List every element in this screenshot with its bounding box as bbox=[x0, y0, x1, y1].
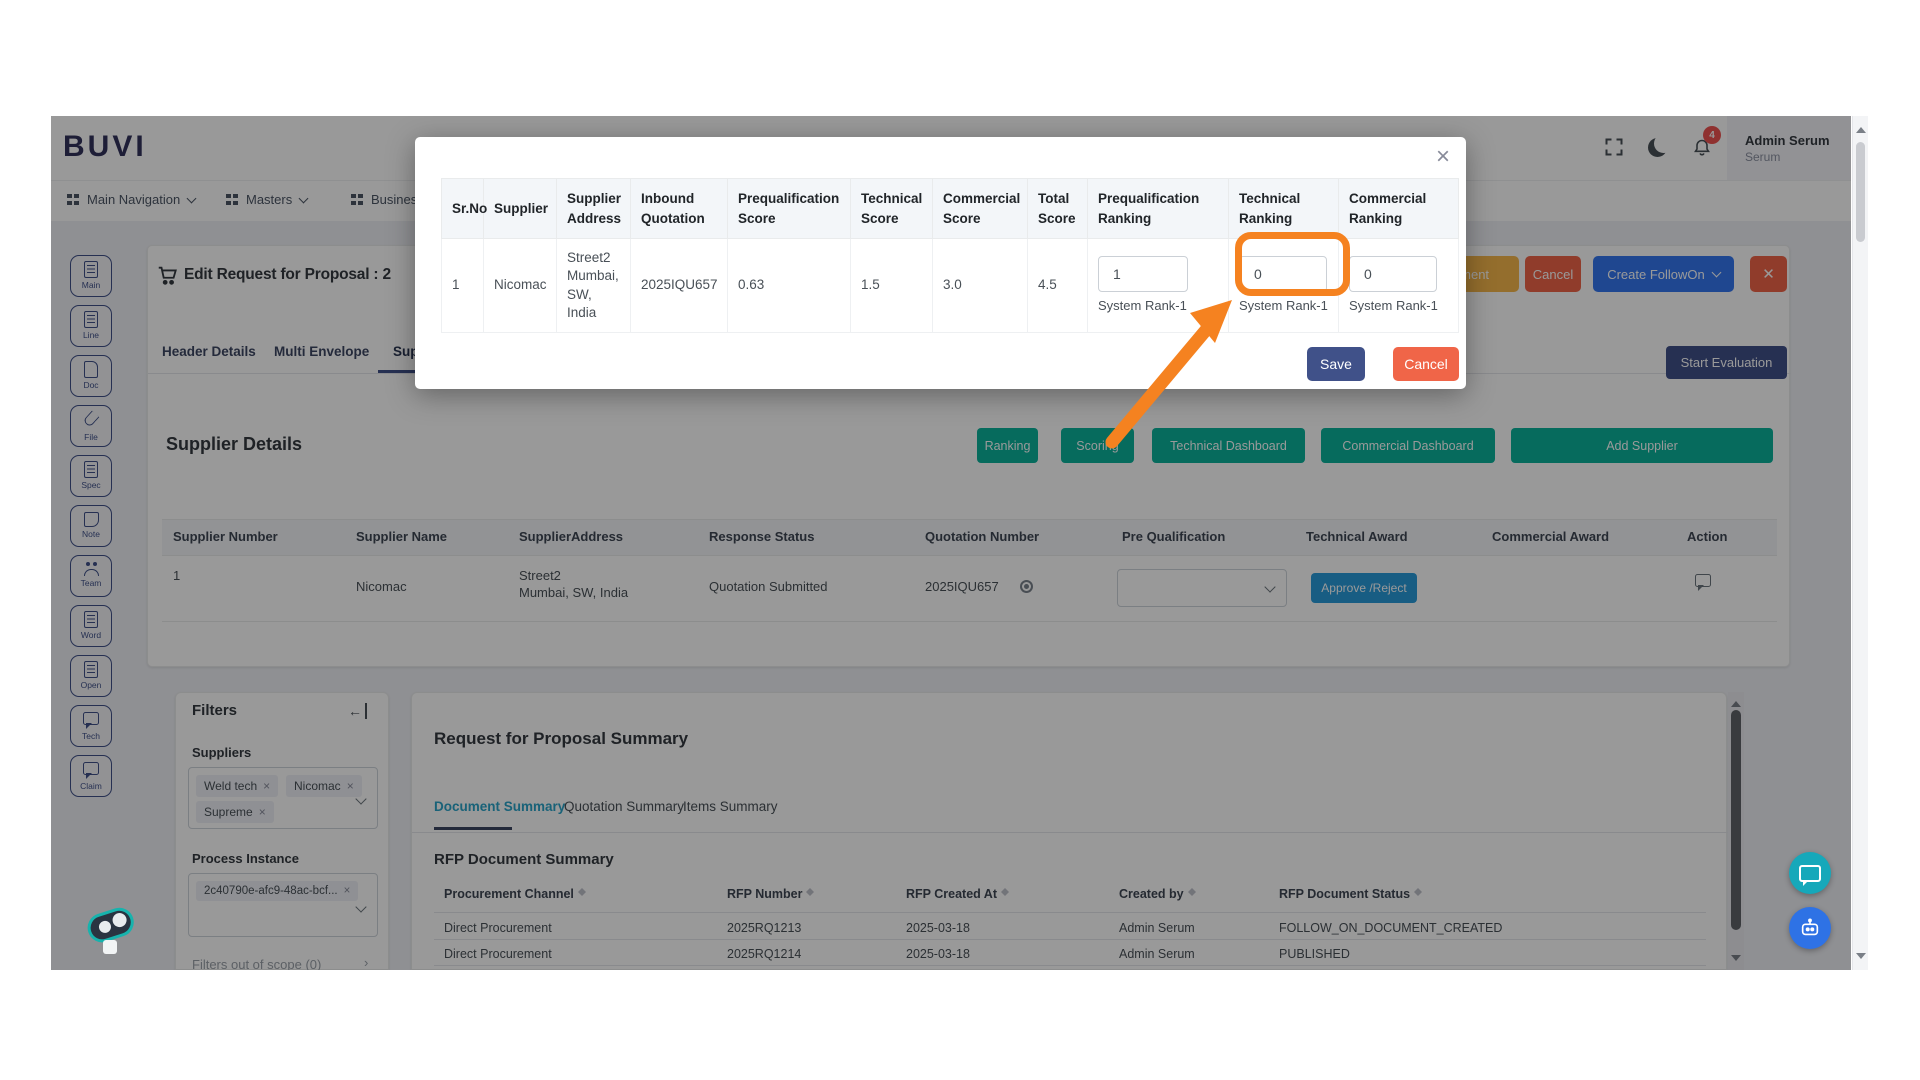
col-commercial-score: Commercial Score bbox=[933, 179, 1028, 239]
save-button[interactable]: Save bbox=[1307, 347, 1365, 381]
cell-commercial-ranking: System Rank-1 bbox=[1339, 239, 1459, 333]
cell-technical-score: 1.5 bbox=[851, 239, 933, 333]
bot-icon bbox=[1799, 917, 1821, 939]
page-scrollbar-thumb[interactable] bbox=[1856, 142, 1865, 242]
page-scrollbar[interactable] bbox=[1852, 116, 1868, 970]
cell-supplier-address: Street2 Mumbai, SW, India bbox=[557, 239, 631, 333]
cell-commercial-score: 3.0 bbox=[933, 239, 1028, 333]
col-supplier: Supplier bbox=[484, 179, 557, 239]
scroll-up-icon[interactable] bbox=[1856, 122, 1866, 133]
col-commercial-ranking: Commercial Ranking bbox=[1339, 179, 1459, 239]
robot-mascot[interactable] bbox=[79, 894, 143, 963]
system-rank-label: System Rank-1 bbox=[1349, 297, 1448, 315]
col-prequalification-score: Prequalification Score bbox=[728, 179, 851, 239]
col-supplier-address: Supplier Address bbox=[557, 179, 631, 239]
col-sr-no: Sr.No bbox=[442, 179, 484, 239]
cell-sr-no: 1 bbox=[442, 239, 484, 333]
arrow-annotation bbox=[1060, 280, 1260, 470]
col-technical-ranking: Technical Ranking bbox=[1229, 179, 1339, 239]
commercial-ranking-input[interactable] bbox=[1349, 256, 1437, 292]
chat-bubble-icon bbox=[1803, 880, 1809, 886]
cell-prequalification-score: 0.63 bbox=[728, 239, 851, 333]
scroll-down-icon[interactable] bbox=[1856, 953, 1866, 964]
col-inbound-quotation: Inbound Quotation bbox=[631, 179, 728, 239]
modal-cancel-button[interactable]: Cancel bbox=[1393, 347, 1459, 381]
chat-fab[interactable] bbox=[1789, 852, 1831, 894]
col-total-score: Total Score bbox=[1028, 179, 1088, 239]
col-prequalification-ranking: Prequalification Ranking bbox=[1088, 179, 1229, 239]
cell-supplier: Nicomac bbox=[484, 239, 557, 333]
col-technical-score: Technical Score bbox=[851, 179, 933, 239]
cell-inbound-quotation: 2025IQU657 bbox=[631, 239, 728, 333]
bot-fab[interactable] bbox=[1789, 907, 1831, 949]
close-icon[interactable]: × bbox=[1436, 143, 1450, 171]
app-window: BUVI 4 Admin Serum Serum Main Navigation… bbox=[51, 116, 1851, 970]
